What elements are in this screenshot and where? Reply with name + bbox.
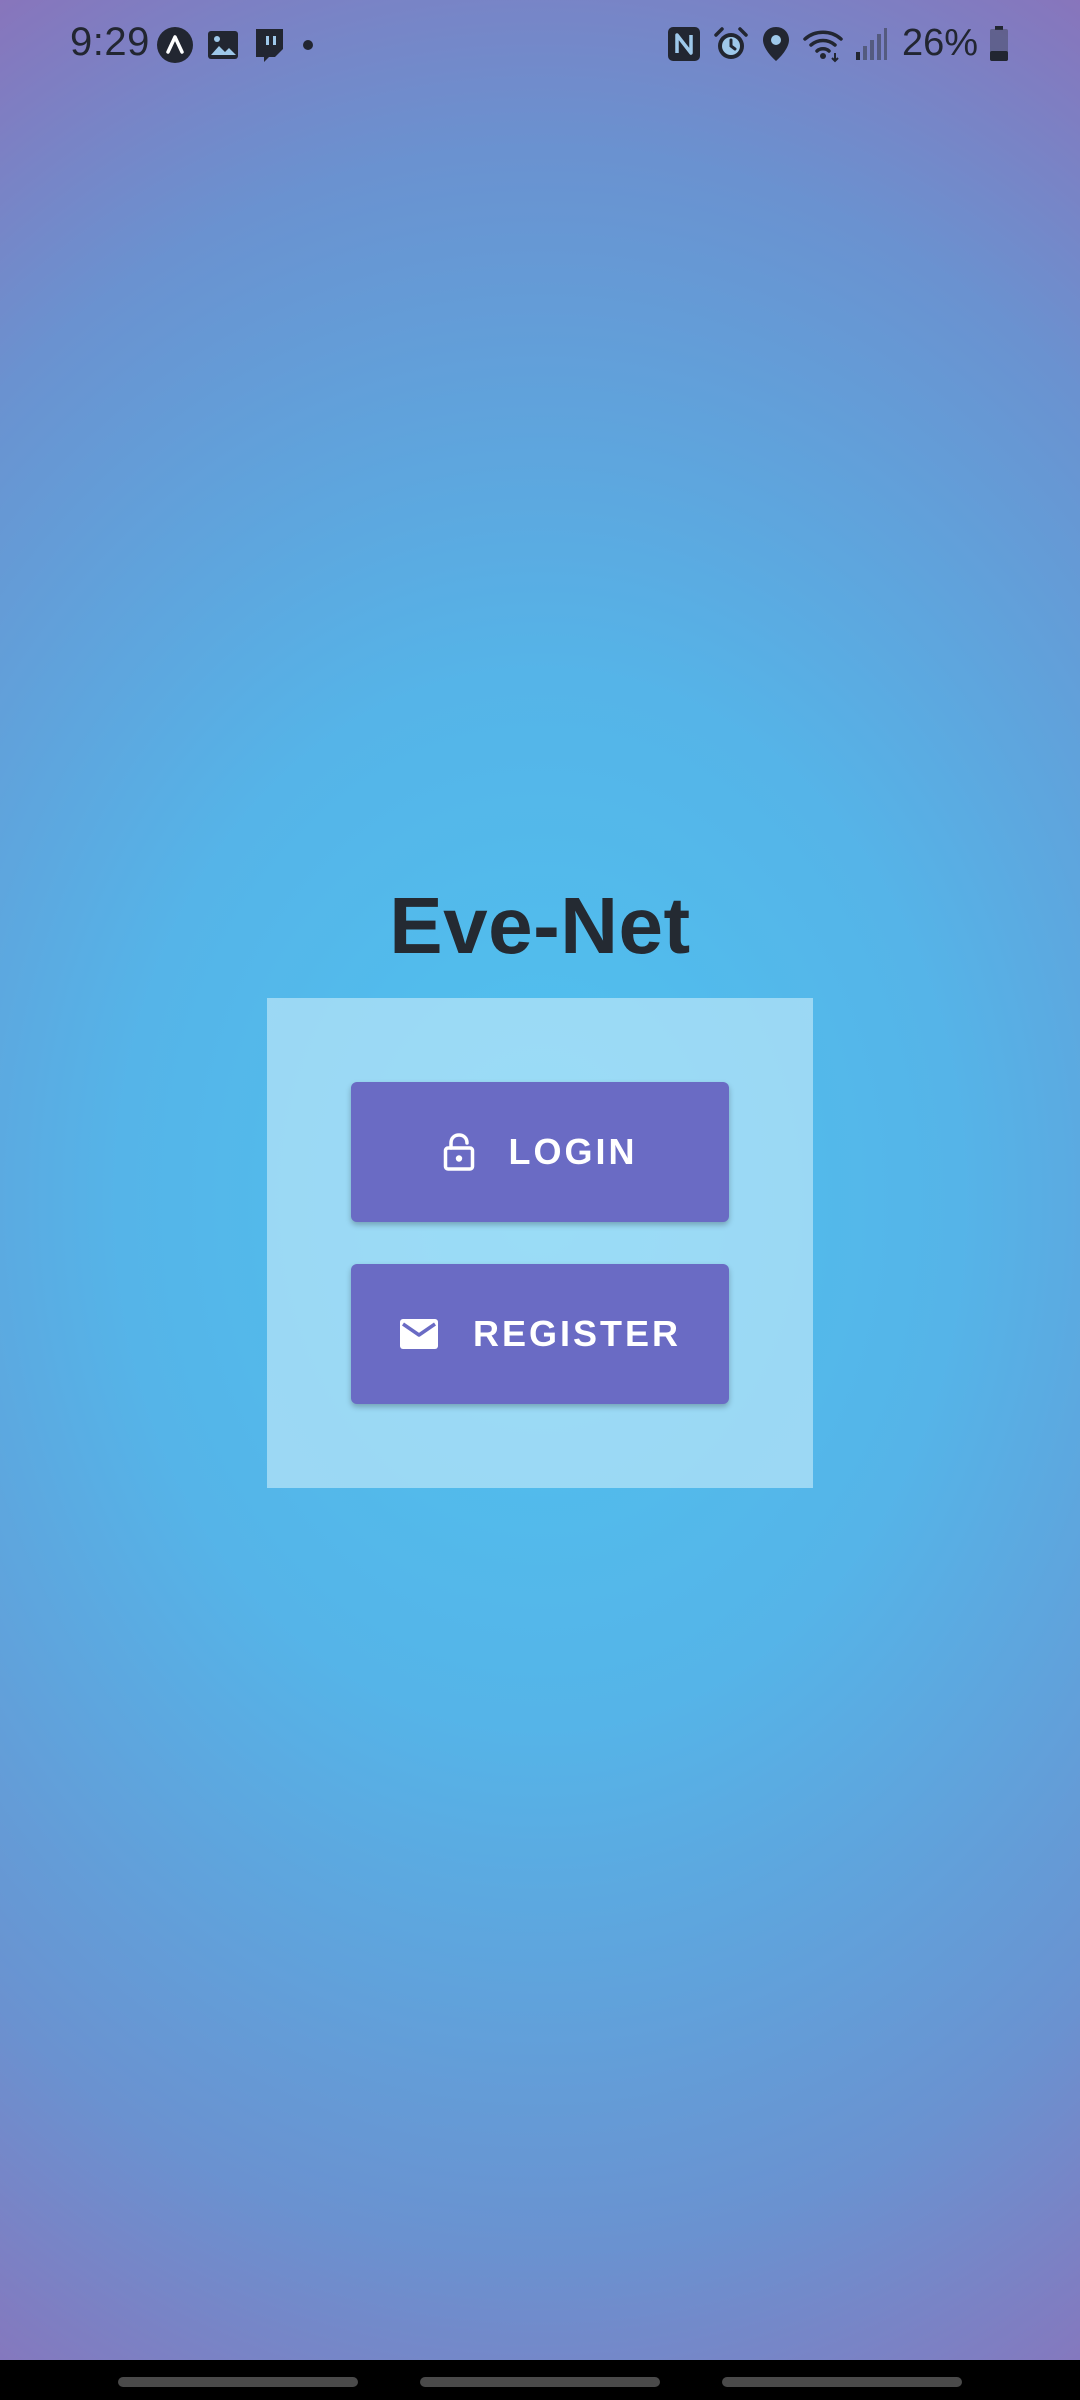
alarm-icon	[712, 25, 750, 63]
wifi-icon	[802, 25, 844, 63]
register-button[interactable]: REGISTER	[351, 1264, 729, 1404]
nav-home-handle[interactable]	[420, 2377, 660, 2387]
status-right-icons: 26%	[666, 22, 1010, 65]
app-title: Eve-Net	[389, 881, 691, 970]
signal-icon	[854, 26, 888, 62]
assistant-icon	[156, 26, 194, 64]
mail-icon	[399, 1318, 439, 1350]
nfc-icon	[666, 25, 702, 63]
notification-dot-icon	[298, 35, 318, 55]
register-button-label: REGISTER	[472, 1313, 682, 1354]
login-button[interactable]: LOGIN	[351, 1082, 729, 1222]
status-bar: 9:29 26%	[0, 0, 1080, 92]
lock-icon	[443, 1133, 475, 1171]
navigation-bar	[0, 2360, 1080, 2400]
status-left-icons	[156, 26, 318, 64]
nav-recents-handle[interactable]	[118, 2377, 358, 2387]
battery-percentage: 26%	[901, 22, 978, 64]
twitch-icon	[252, 27, 286, 63]
gallery-icon	[206, 28, 240, 62]
battery-icon	[988, 25, 1010, 63]
status-time: 9:29	[70, 20, 150, 64]
auth-card: LOGIN REGISTER	[267, 998, 813, 1488]
nav-back-handle[interactable]	[722, 2377, 962, 2387]
login-button-label: LOGIN	[508, 1131, 638, 1172]
location-icon	[760, 25, 792, 63]
